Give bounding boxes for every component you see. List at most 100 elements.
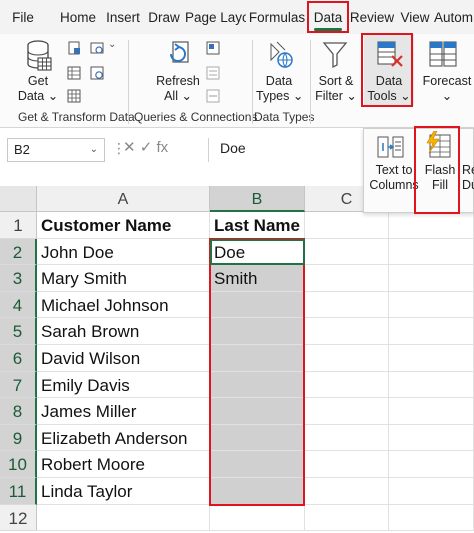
cell-d[interactable] (389, 504, 474, 532)
cell-c[interactable] (305, 398, 389, 425)
row-header[interactable]: 8 (0, 398, 37, 425)
cell-a[interactable]: John Doe (37, 238, 210, 266)
text-to-columns-label-1: Text to (375, 163, 413, 177)
cell-d[interactable] (389, 451, 474, 478)
cell-c[interactable] (305, 265, 389, 292)
sort-filter-label-1: Sort & (318, 74, 354, 88)
cell-a[interactable]: Michael Johnson (37, 291, 210, 319)
existing-connections-icon[interactable] (67, 89, 81, 103)
row-header[interactable]: 11 (0, 478, 37, 505)
cell-a[interactable]: Elizabeth Anderson (37, 424, 210, 452)
tab-insert[interactable]: Insert (102, 0, 144, 34)
row-header[interactable]: 5 (0, 318, 37, 345)
ribbon-tab-bar: File Home Insert Draw Page Layo Formulas… (0, 0, 474, 34)
cell-c[interactable] (305, 451, 389, 478)
cell-a[interactable]: Emily Davis (37, 371, 210, 399)
remove-duplicates-label-2: Du (462, 178, 474, 192)
recent-sources-icon[interactable] (90, 66, 104, 80)
tab-page-layout[interactable]: Page Layo (185, 0, 246, 34)
refresh-icon (170, 41, 189, 63)
cell-d[interactable] (389, 265, 474, 292)
text-to-columns-icon (377, 136, 404, 158)
from-table-icon[interactable] (67, 66, 81, 80)
row-header[interactable]: 9 (0, 424, 37, 452)
cell-d[interactable] (389, 398, 474, 425)
queries-connections-icon[interactable] (206, 41, 220, 55)
select-all-corner[interactable] (0, 186, 37, 212)
row-header[interactable]: 4 (0, 291, 37, 319)
name-box[interactable]: B2 ⌄ (7, 138, 105, 162)
cell-c[interactable] (305, 504, 389, 532)
data-types-button[interactable]: Data Types ⌄ (256, 74, 303, 104)
from-web-icon[interactable] (90, 41, 104, 55)
edit-links-icon[interactable] (206, 89, 220, 103)
row-header[interactable]: 10 (0, 451, 37, 478)
cell-a[interactable]: James Miller (37, 398, 210, 425)
formula-bar-separator (208, 138, 209, 162)
column-header-b[interactable]: B (210, 186, 305, 212)
cell-d[interactable] (389, 345, 474, 372)
name-box-dropdown-icon[interactable]: ⌄ (90, 139, 98, 161)
cell-a[interactable]: Sarah Brown (37, 318, 210, 345)
cell-c[interactable] (305, 424, 389, 452)
database-icon (27, 40, 52, 71)
row-header[interactable]: 2 (0, 238, 37, 266)
tab-automate[interactable]: Autom (434, 0, 474, 34)
tab-file[interactable]: File (0, 0, 46, 34)
properties-icon[interactable] (206, 66, 220, 80)
cell-a[interactable]: Linda Taylor (37, 478, 210, 505)
from-text-icon[interactable] (67, 41, 81, 55)
cell-a[interactable] (37, 504, 210, 532)
cell-d[interactable] (389, 212, 474, 239)
tab-draw[interactable]: Draw (145, 0, 183, 34)
remove-duplicates-button[interactable]: Re Du (462, 163, 474, 193)
row-header[interactable]: 7 (0, 371, 37, 399)
cell-c[interactable] (305, 478, 389, 505)
row-header[interactable]: 3 (0, 265, 37, 292)
group-label-queries: Queries & Connections (134, 110, 258, 124)
row-header[interactable]: 6 (0, 345, 37, 372)
cell-c[interactable] (305, 291, 389, 319)
filter-funnel-icon (322, 42, 348, 69)
cell-d[interactable] (389, 371, 474, 399)
sort-filter-button[interactable]: Sort & Filter ⌄ (314, 74, 358, 104)
formula-content[interactable]: Doe (220, 140, 246, 156)
tab-view[interactable]: View (398, 0, 432, 34)
cell-c[interactable] (305, 238, 389, 266)
cell-b[interactable]: Last Name (210, 212, 305, 239)
cell-c[interactable] (305, 212, 389, 239)
cell-d[interactable] (389, 238, 474, 266)
get-data-button[interactable]: Get Data ⌄ (14, 74, 62, 104)
cell-a[interactable]: Mary Smith (37, 265, 210, 292)
cell-c[interactable] (305, 371, 389, 399)
cell-b[interactable] (210, 504, 305, 532)
forecast-button[interactable]: Forecast ⌄ (420, 74, 474, 104)
formula-bar-icons[interactable]: ✕ ✓ fx (123, 138, 168, 156)
tab-home[interactable]: Home (54, 0, 102, 34)
row-header[interactable]: 1 (0, 212, 37, 239)
from-web-dropdown-icon[interactable]: ⌄ (108, 39, 116, 50)
cell-a[interactable]: Customer Name (37, 212, 210, 239)
refresh-label-1: Refresh (156, 74, 200, 88)
text-to-columns-button[interactable]: Text to Columns (368, 163, 420, 193)
column-header-a[interactable]: A (37, 186, 210, 212)
group-separator (310, 40, 311, 124)
group-label-get-transform: Get & Transform Data (18, 110, 135, 124)
forecast-label-1: Forecast (422, 74, 472, 88)
cell-d[interactable] (389, 424, 474, 452)
cell-d[interactable] (389, 291, 474, 319)
cell-d[interactable] (389, 478, 474, 505)
sort-filter-label-2: Filter ⌄ (315, 89, 357, 103)
cell-c[interactable] (305, 318, 389, 345)
forecast-label-2: ⌄ (441, 89, 453, 103)
row-header[interactable]: 12 (0, 504, 37, 532)
refresh-all-button[interactable]: Refresh All ⌄ (152, 74, 204, 104)
cell-d[interactable] (389, 318, 474, 345)
tab-review[interactable]: Review (349, 0, 395, 34)
cell-c[interactable] (305, 345, 389, 372)
cell-a[interactable]: David Wilson (37, 345, 210, 372)
cell-a[interactable]: Robert Moore (37, 451, 210, 478)
text-to-columns-label-2: Columns (369, 178, 419, 192)
data-tab-highlight (307, 1, 349, 33)
tab-formulas[interactable]: Formulas (248, 0, 306, 34)
